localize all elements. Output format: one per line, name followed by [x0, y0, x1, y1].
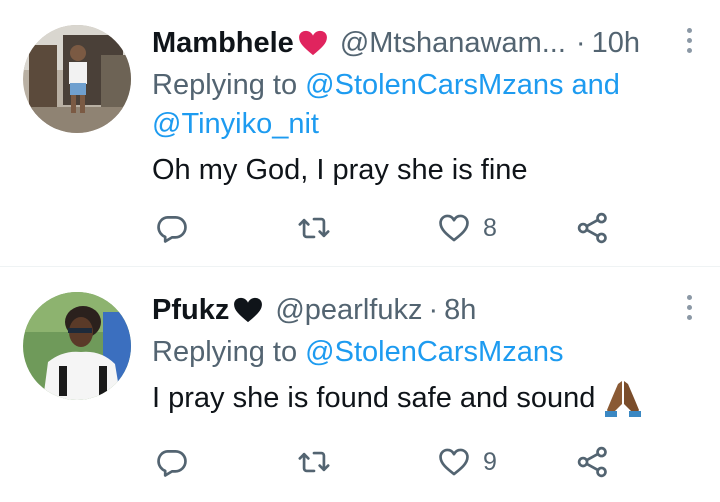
tweet-text: I pray she is found safe and sound [152, 378, 690, 418]
mention-link[interactable]: @StolenCarsMzans [305, 69, 563, 101]
reply-icon [157, 216, 187, 243]
reply-icon [157, 450, 187, 477]
retweet-icon [298, 217, 330, 239]
tweet-body: I pray she is found safe and sound [152, 382, 596, 414]
like-button[interactable]: 8 [437, 208, 497, 248]
action-bar: 9 [155, 442, 615, 482]
share-button[interactable] [576, 208, 610, 248]
like-count: 9 [483, 447, 497, 476]
retweet-button[interactable] [297, 442, 331, 482]
handle[interactable]: @pearlfukz [275, 294, 422, 327]
replying-label: Replying to [152, 336, 298, 368]
share-icon [577, 212, 607, 244]
action-bar: 8 [155, 208, 615, 248]
replying-to: Replying to @StolenCarsMzans and @Tinyik… [152, 66, 690, 144]
mention-link[interactable]: @Tinyiko_nit [152, 108, 319, 140]
like-button[interactable]: 9 [437, 442, 497, 482]
display-name[interactable]: Mambhele [152, 27, 294, 60]
pink-heart-icon [298, 30, 328, 56]
tweet-text: Oh my God, I pray she is fine [152, 150, 690, 190]
handle[interactable]: @Mtshanawam... [340, 27, 566, 60]
mention-link[interactable]: @StolenCarsMzans [305, 336, 563, 368]
separator-dot: · [575, 26, 586, 59]
folded-hands-icon [603, 378, 643, 418]
tweet[interactable]: Pfukz @pearlfukz · 8h Replying to @Stole… [0, 267, 720, 502]
avatar[interactable] [23, 292, 131, 400]
replying-and: and [571, 69, 620, 101]
black-heart-icon [233, 297, 263, 323]
reply-button[interactable] [155, 208, 189, 248]
separator-dot: · [428, 293, 439, 326]
timestamp[interactable]: 10h [592, 27, 640, 60]
retweet-button[interactable] [297, 208, 331, 248]
tweet[interactable]: Mambhele @Mtshanawam... · 10h Replying t… [0, 0, 720, 267]
tweet-body: Oh my God, I pray she is fine [152, 154, 528, 186]
share-button[interactable] [576, 442, 610, 482]
share-icon [577, 446, 607, 478]
replying-to: Replying to @StolenCarsMzans [152, 333, 690, 372]
heart-outline-icon [439, 448, 469, 476]
timestamp[interactable]: 8h [444, 294, 476, 327]
replying-label: Replying to [152, 69, 298, 101]
reply-button[interactable] [155, 442, 189, 482]
display-name[interactable]: Pfukz [152, 294, 229, 327]
retweet-icon [298, 451, 330, 473]
avatar[interactable] [23, 25, 131, 133]
tweet-header: Pfukz @pearlfukz · 8h [152, 287, 690, 333]
tweet-header: Mambhele @Mtshanawam... · 10h [152, 20, 690, 66]
like-count: 8 [483, 213, 497, 242]
more-options-icon[interactable] [682, 28, 696, 62]
heart-outline-icon [439, 214, 469, 242]
more-options-icon[interactable] [682, 295, 696, 329]
